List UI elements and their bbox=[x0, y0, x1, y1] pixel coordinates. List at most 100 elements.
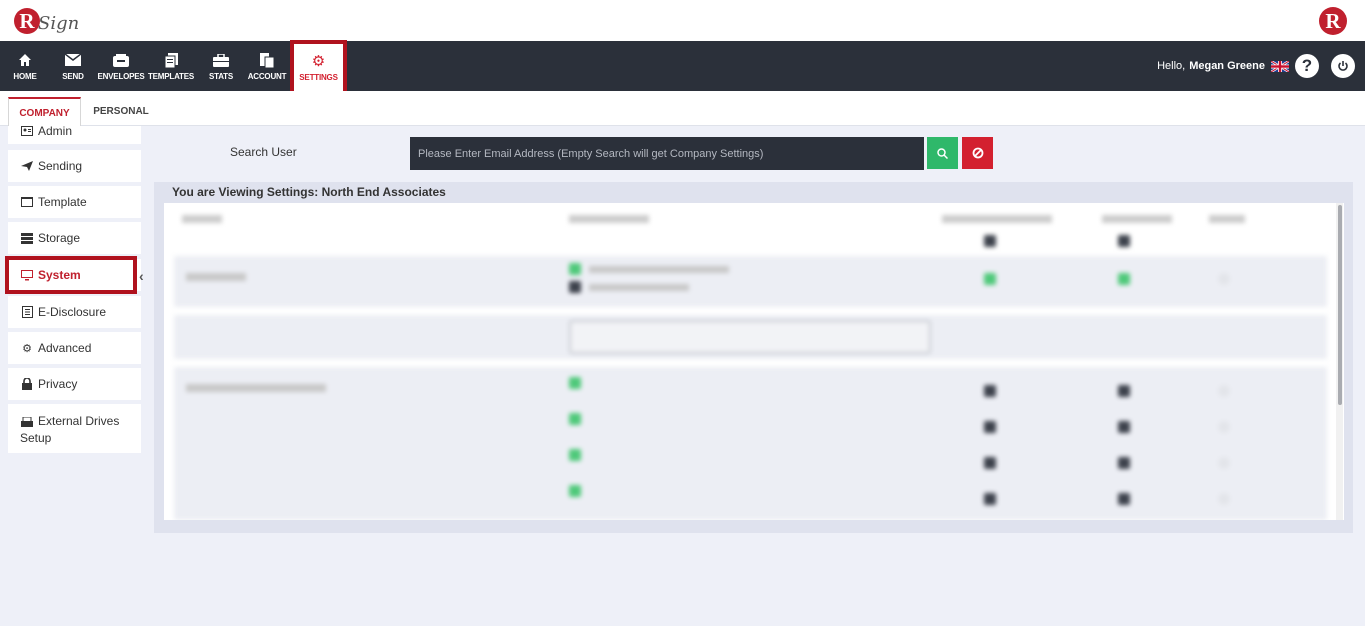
settings-table bbox=[164, 203, 1344, 520]
template-icon bbox=[164, 51, 178, 69]
account-icon bbox=[260, 51, 274, 69]
system-highlight bbox=[5, 256, 137, 294]
uk-flag-icon[interactable] bbox=[1271, 60, 1289, 72]
rsign-logo[interactable]: R Sign bbox=[14, 4, 79, 38]
settings-row bbox=[174, 367, 1327, 520]
header-placeholder bbox=[569, 215, 649, 223]
sidebar-item-sending[interactable]: Sending bbox=[8, 150, 141, 182]
header-placeholder bbox=[1209, 215, 1245, 223]
toggle-dot bbox=[984, 385, 996, 397]
nav-stats-label: STATS bbox=[208, 72, 234, 81]
inbox-icon bbox=[113, 51, 129, 69]
user-area: Hello, Megan Greene ? bbox=[1157, 41, 1365, 91]
nav-stats[interactable]: STATS bbox=[206, 41, 236, 91]
search-user-label: Search User bbox=[230, 145, 297, 159]
option-placeholder bbox=[589, 266, 729, 273]
collapse-chevron-icon[interactable]: ‹ bbox=[139, 268, 149, 284]
lock-icon bbox=[20, 378, 34, 390]
sidebar-item-label: Admin bbox=[38, 124, 73, 138]
checkbox-dot bbox=[569, 377, 581, 389]
sidebar-item-advanced[interactable]: ⚙ Advanced bbox=[8, 332, 141, 364]
toggle-dot bbox=[1118, 421, 1130, 433]
search-icon bbox=[937, 147, 948, 159]
gears-icon: ⚙ bbox=[22, 342, 32, 355]
toggle-dot bbox=[1118, 273, 1130, 285]
nav-home-label: HOME bbox=[13, 72, 37, 81]
tab-personal[interactable]: PERSONAL bbox=[84, 97, 158, 126]
sidebar-item-external-drives[interactable]: External Drives Setup bbox=[8, 404, 141, 453]
history-dot bbox=[1218, 385, 1230, 397]
sidebar-item-label: External Drives Setup bbox=[20, 414, 120, 445]
tab-company[interactable]: COMPANY bbox=[8, 97, 81, 127]
nav-home[interactable]: HOME bbox=[10, 41, 40, 91]
envelope-icon bbox=[65, 51, 81, 69]
sidebar-item-e-disclosure[interactable]: E-Disclosure bbox=[8, 296, 141, 328]
paper-plane-icon bbox=[20, 161, 34, 171]
header-placeholder bbox=[942, 215, 1052, 223]
nav-templates-label: TEMPLATES bbox=[147, 72, 195, 81]
radio-dot bbox=[569, 281, 581, 293]
settings-row bbox=[174, 256, 1327, 307]
history-dot bbox=[1218, 457, 1230, 469]
brand-r-icon[interactable]: R bbox=[1319, 7, 1347, 35]
search-button[interactable] bbox=[927, 137, 958, 169]
ban-icon bbox=[972, 147, 983, 159]
sidebar-item-label: Sending bbox=[38, 159, 83, 173]
sidebar-item-label: Privacy bbox=[38, 377, 78, 391]
help-icon[interactable]: ? bbox=[1295, 54, 1319, 78]
toggle-dot bbox=[984, 235, 996, 247]
nav-send[interactable]: SEND bbox=[58, 41, 88, 91]
home-icon bbox=[18, 51, 32, 69]
toggle-dot bbox=[984, 457, 996, 469]
logo-word: Sign bbox=[38, 12, 80, 34]
sidebar-item-template[interactable]: Template bbox=[8, 186, 141, 218]
header-placeholder bbox=[1102, 215, 1172, 223]
sidebar-item-label: E-Disclosure bbox=[38, 305, 107, 319]
search-email-input[interactable] bbox=[410, 137, 924, 170]
window-icon bbox=[20, 197, 34, 207]
toggle-dot bbox=[984, 493, 996, 505]
scrollbar-thumb[interactable] bbox=[1338, 205, 1342, 405]
row-label-placeholder bbox=[186, 273, 246, 281]
gear-icon: ⚙ bbox=[311, 53, 326, 70]
checkbox-dot bbox=[569, 413, 581, 425]
admin-card-icon bbox=[20, 126, 34, 136]
sidebar-item-admin[interactable]: Admin bbox=[8, 124, 141, 144]
header-placeholder bbox=[182, 215, 222, 223]
sidebar-item-label: Template bbox=[38, 195, 87, 209]
nav-account-label: ACCOUNT bbox=[247, 72, 287, 81]
sidebar-item-privacy[interactable]: Privacy bbox=[8, 368, 141, 400]
history-dot bbox=[1218, 273, 1230, 285]
nav-envelopes[interactable]: ENVELOPES bbox=[97, 41, 145, 91]
nav-account[interactable]: ACCOUNT bbox=[246, 41, 288, 91]
nav-templates[interactable]: TEMPLATES bbox=[148, 41, 194, 91]
brand-bar: R Sign R bbox=[0, 0, 1365, 41]
row-label-placeholder bbox=[186, 384, 326, 392]
sidebar-item-label: Advanced bbox=[38, 341, 92, 355]
subtab-bar: COMPANY PERSONAL bbox=[0, 91, 1365, 127]
clear-search-button[interactable] bbox=[962, 137, 993, 169]
toggle-dot bbox=[1118, 235, 1130, 247]
option-placeholder bbox=[589, 284, 689, 291]
toggle-dot bbox=[984, 273, 996, 285]
checkbox-dot bbox=[569, 485, 581, 497]
history-dot bbox=[1218, 421, 1230, 433]
database-icon bbox=[20, 232, 34, 244]
power-icon[interactable] bbox=[1331, 54, 1355, 78]
nav-settings-label: SETTINGS bbox=[299, 73, 338, 82]
panel-title: You are Viewing Settings: North End Asso… bbox=[172, 185, 446, 199]
nav-settings[interactable]: ⚙ SETTINGS bbox=[294, 43, 343, 91]
briefcase-icon bbox=[213, 51, 229, 69]
toggle-dot bbox=[1118, 385, 1130, 397]
document-icon bbox=[20, 306, 34, 318]
timezone-select bbox=[569, 320, 931, 354]
user-name[interactable]: Megan Greene bbox=[1189, 60, 1265, 72]
sidebar-item-storage[interactable]: Storage bbox=[8, 222, 141, 254]
greeting-text: Hello, bbox=[1157, 60, 1186, 72]
drive-icon bbox=[20, 416, 34, 427]
nav-envelopes-label: ENVELOPES bbox=[97, 72, 145, 81]
history-dot bbox=[1218, 493, 1230, 505]
checkbox-dot bbox=[569, 449, 581, 461]
nav-send-label: SEND bbox=[62, 72, 84, 81]
toggle-dot bbox=[1118, 493, 1130, 505]
